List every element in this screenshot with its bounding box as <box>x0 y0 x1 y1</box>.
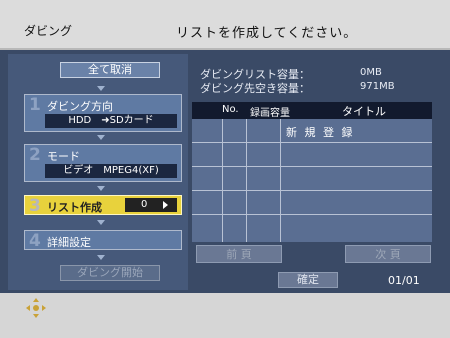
dubbing-screen: ダビング リストを作成してください。 全て取消 1 ダビング方向 HDD ➜SD… <box>0 0 450 338</box>
dpad-icon <box>26 298 46 318</box>
step-number: 2 <box>29 145 41 165</box>
list-count: 0 <box>141 199 148 210</box>
confirm-button[interactable]: 確定 <box>278 272 338 288</box>
column-header-size: 録画容量 <box>250 108 290 119</box>
cancel-all-button[interactable]: 全て取消 <box>60 62 160 78</box>
down-arrow-icon <box>97 86 105 91</box>
column-divider <box>246 119 247 242</box>
instruction-message: リストを作成してください。 <box>176 26 358 41</box>
right-arrow-icon <box>163 201 168 209</box>
page-indicator: 01/01 <box>388 274 420 287</box>
list-capacity-value: 0MB <box>360 67 382 78</box>
step-label: リスト作成 <box>47 201 102 214</box>
down-arrow-icon <box>97 186 105 191</box>
column-header-title: タイトル <box>342 105 386 118</box>
row-divider <box>192 214 432 215</box>
dubbing-list-table: No. 録画容量 タイトル 新 規 登 録 <box>192 102 432 242</box>
step-number: 1 <box>29 95 41 115</box>
step-label: 詳細設定 <box>47 236 91 249</box>
row-divider <box>192 190 432 191</box>
prev-page-button[interactable]: 前 頁 <box>196 245 282 263</box>
list-count-value: 0 <box>125 198 177 212</box>
start-dubbing-button[interactable]: ダビング開始 <box>60 265 160 281</box>
column-divider <box>280 119 281 242</box>
step-detail-settings[interactable]: 4 詳細設定 <box>24 230 182 251</box>
step-label: ダビング方向 <box>47 100 113 113</box>
step-label: モード <box>47 150 80 163</box>
step-value: HDD ➜SDカード <box>45 114 177 128</box>
step-number: 4 <box>29 231 41 251</box>
header-bar: ダビング リストを作成してください。 <box>0 0 450 50</box>
footer-bar <box>0 293 450 338</box>
step-mode[interactable]: 2 モード ビデオ MPEG4(XF) <box>24 144 182 182</box>
column-header-no: No. <box>222 104 239 115</box>
new-registration-row[interactable]: 新 規 登 録 <box>286 124 355 140</box>
down-arrow-icon <box>97 220 105 225</box>
table-header: No. 録画容量 タイトル <box>192 102 432 119</box>
row-divider <box>192 166 432 167</box>
row-divider <box>192 142 432 143</box>
next-page-button[interactable]: 次 頁 <box>345 245 431 263</box>
page-title: ダビング <box>24 24 73 38</box>
step-value: ビデオ MPEG4(XF) <box>45 164 177 178</box>
free-capacity-value: 971MB <box>360 81 395 92</box>
down-arrow-icon <box>97 255 105 260</box>
step-list-create[interactable]: 3 リスト作成 0 <box>24 195 182 216</box>
column-divider <box>222 119 223 242</box>
step-dubbing-direction[interactable]: 1 ダビング方向 HDD ➜SDカード <box>24 94 182 132</box>
step-number: 3 <box>29 196 41 216</box>
down-arrow-icon <box>97 135 105 140</box>
free-capacity-label: ダビング先空き容量： <box>200 82 310 95</box>
